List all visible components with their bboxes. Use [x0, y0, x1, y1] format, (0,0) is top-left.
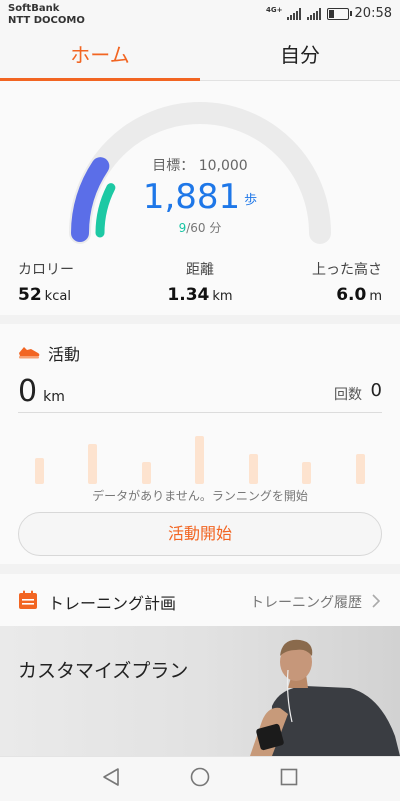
training-plan-row[interactable]: トレーニング計画 トレーニング履歴 [0, 574, 400, 626]
step-count: 1,881 歩 [0, 177, 400, 217]
activity-card: 活動 0 km 回数 0 データがありません。ランニングを開始 活動開始 [0, 324, 400, 564]
battery-icon [326, 7, 352, 20]
tab-me[interactable]: 自分 [200, 32, 400, 80]
summary-card[interactable]: 目標： 10,000 1,881 歩 9/60 分 カロリー 52 kcal 距離 … [0, 81, 400, 315]
tab-bar: ホーム 自分 [0, 32, 400, 81]
step-unit: 歩 [244, 193, 258, 208]
clock: 20:58 [354, 6, 392, 21]
active-minutes-goal: /60 分 [186, 221, 222, 235]
stat-climb: 上った高さ 6.0 m [312, 259, 382, 305]
placeholder-bar [249, 454, 258, 484]
active-minutes: 9/60 分 [0, 219, 400, 236]
activity-distance-value: 0 [18, 374, 38, 409]
status-bar: SoftBank NTT DOCOMO 4G+ 20:58 [0, 0, 400, 32]
carrier-secondary: NTT DOCOMO [8, 15, 85, 26]
training-history-link[interactable]: トレーニング履歴 [250, 592, 362, 612]
custom-plan-banner[interactable]: カスタマイズプラン [0, 626, 400, 756]
activity-distance: 0 km [18, 374, 65, 409]
running-shoe-icon [19, 347, 40, 359]
signal-icon-secondary [306, 7, 321, 20]
back-icon[interactable] [102, 767, 120, 787]
placeholder-bar [35, 458, 44, 484]
start-activity-button[interactable]: 活動開始 [18, 512, 382, 556]
banner-title: カスタマイズプラン [18, 660, 189, 682]
activity-title: 活動 [48, 345, 81, 364]
runner-image [250, 639, 400, 756]
chevron-right-icon [372, 594, 380, 608]
home-icon[interactable] [190, 767, 210, 787]
step-goal: 目標： 10,000 [152, 158, 248, 174]
distance-unit: km [212, 289, 233, 304]
climb-unit: m [369, 289, 382, 304]
placeholder-bar [88, 444, 97, 484]
climb-label: 上った高さ [312, 262, 382, 278]
step-count-value: 1,881 [142, 177, 241, 217]
carrier-primary: SoftBank [8, 3, 60, 14]
network-type: 4G+ [266, 5, 283, 14]
activity-count-value: 0 [370, 380, 382, 401]
climb-value: 6.0 [336, 285, 367, 305]
activity-placeholder-bars [0, 424, 400, 484]
placeholder-bar [302, 462, 311, 484]
placeholder-bar [142, 462, 151, 484]
signal-icon [286, 7, 301, 20]
calendar-icon [19, 590, 37, 609]
activity-count-label: 回数 [334, 387, 362, 403]
no-data-message: データがありません。ランニングを開始 [92, 489, 308, 503]
distance-value: 1.34 [167, 285, 210, 305]
placeholder-bar [195, 436, 204, 484]
recent-apps-icon[interactable] [280, 767, 298, 787]
tab-home[interactable]: ホーム [0, 32, 200, 80]
placeholder-bar [356, 454, 365, 484]
divider [18, 412, 382, 413]
training-plan-title: トレーニング計画 [48, 594, 177, 613]
activity-distance-unit: km [43, 389, 65, 405]
system-navigation-bar [0, 756, 400, 801]
distance-label: 距離 [186, 262, 214, 278]
